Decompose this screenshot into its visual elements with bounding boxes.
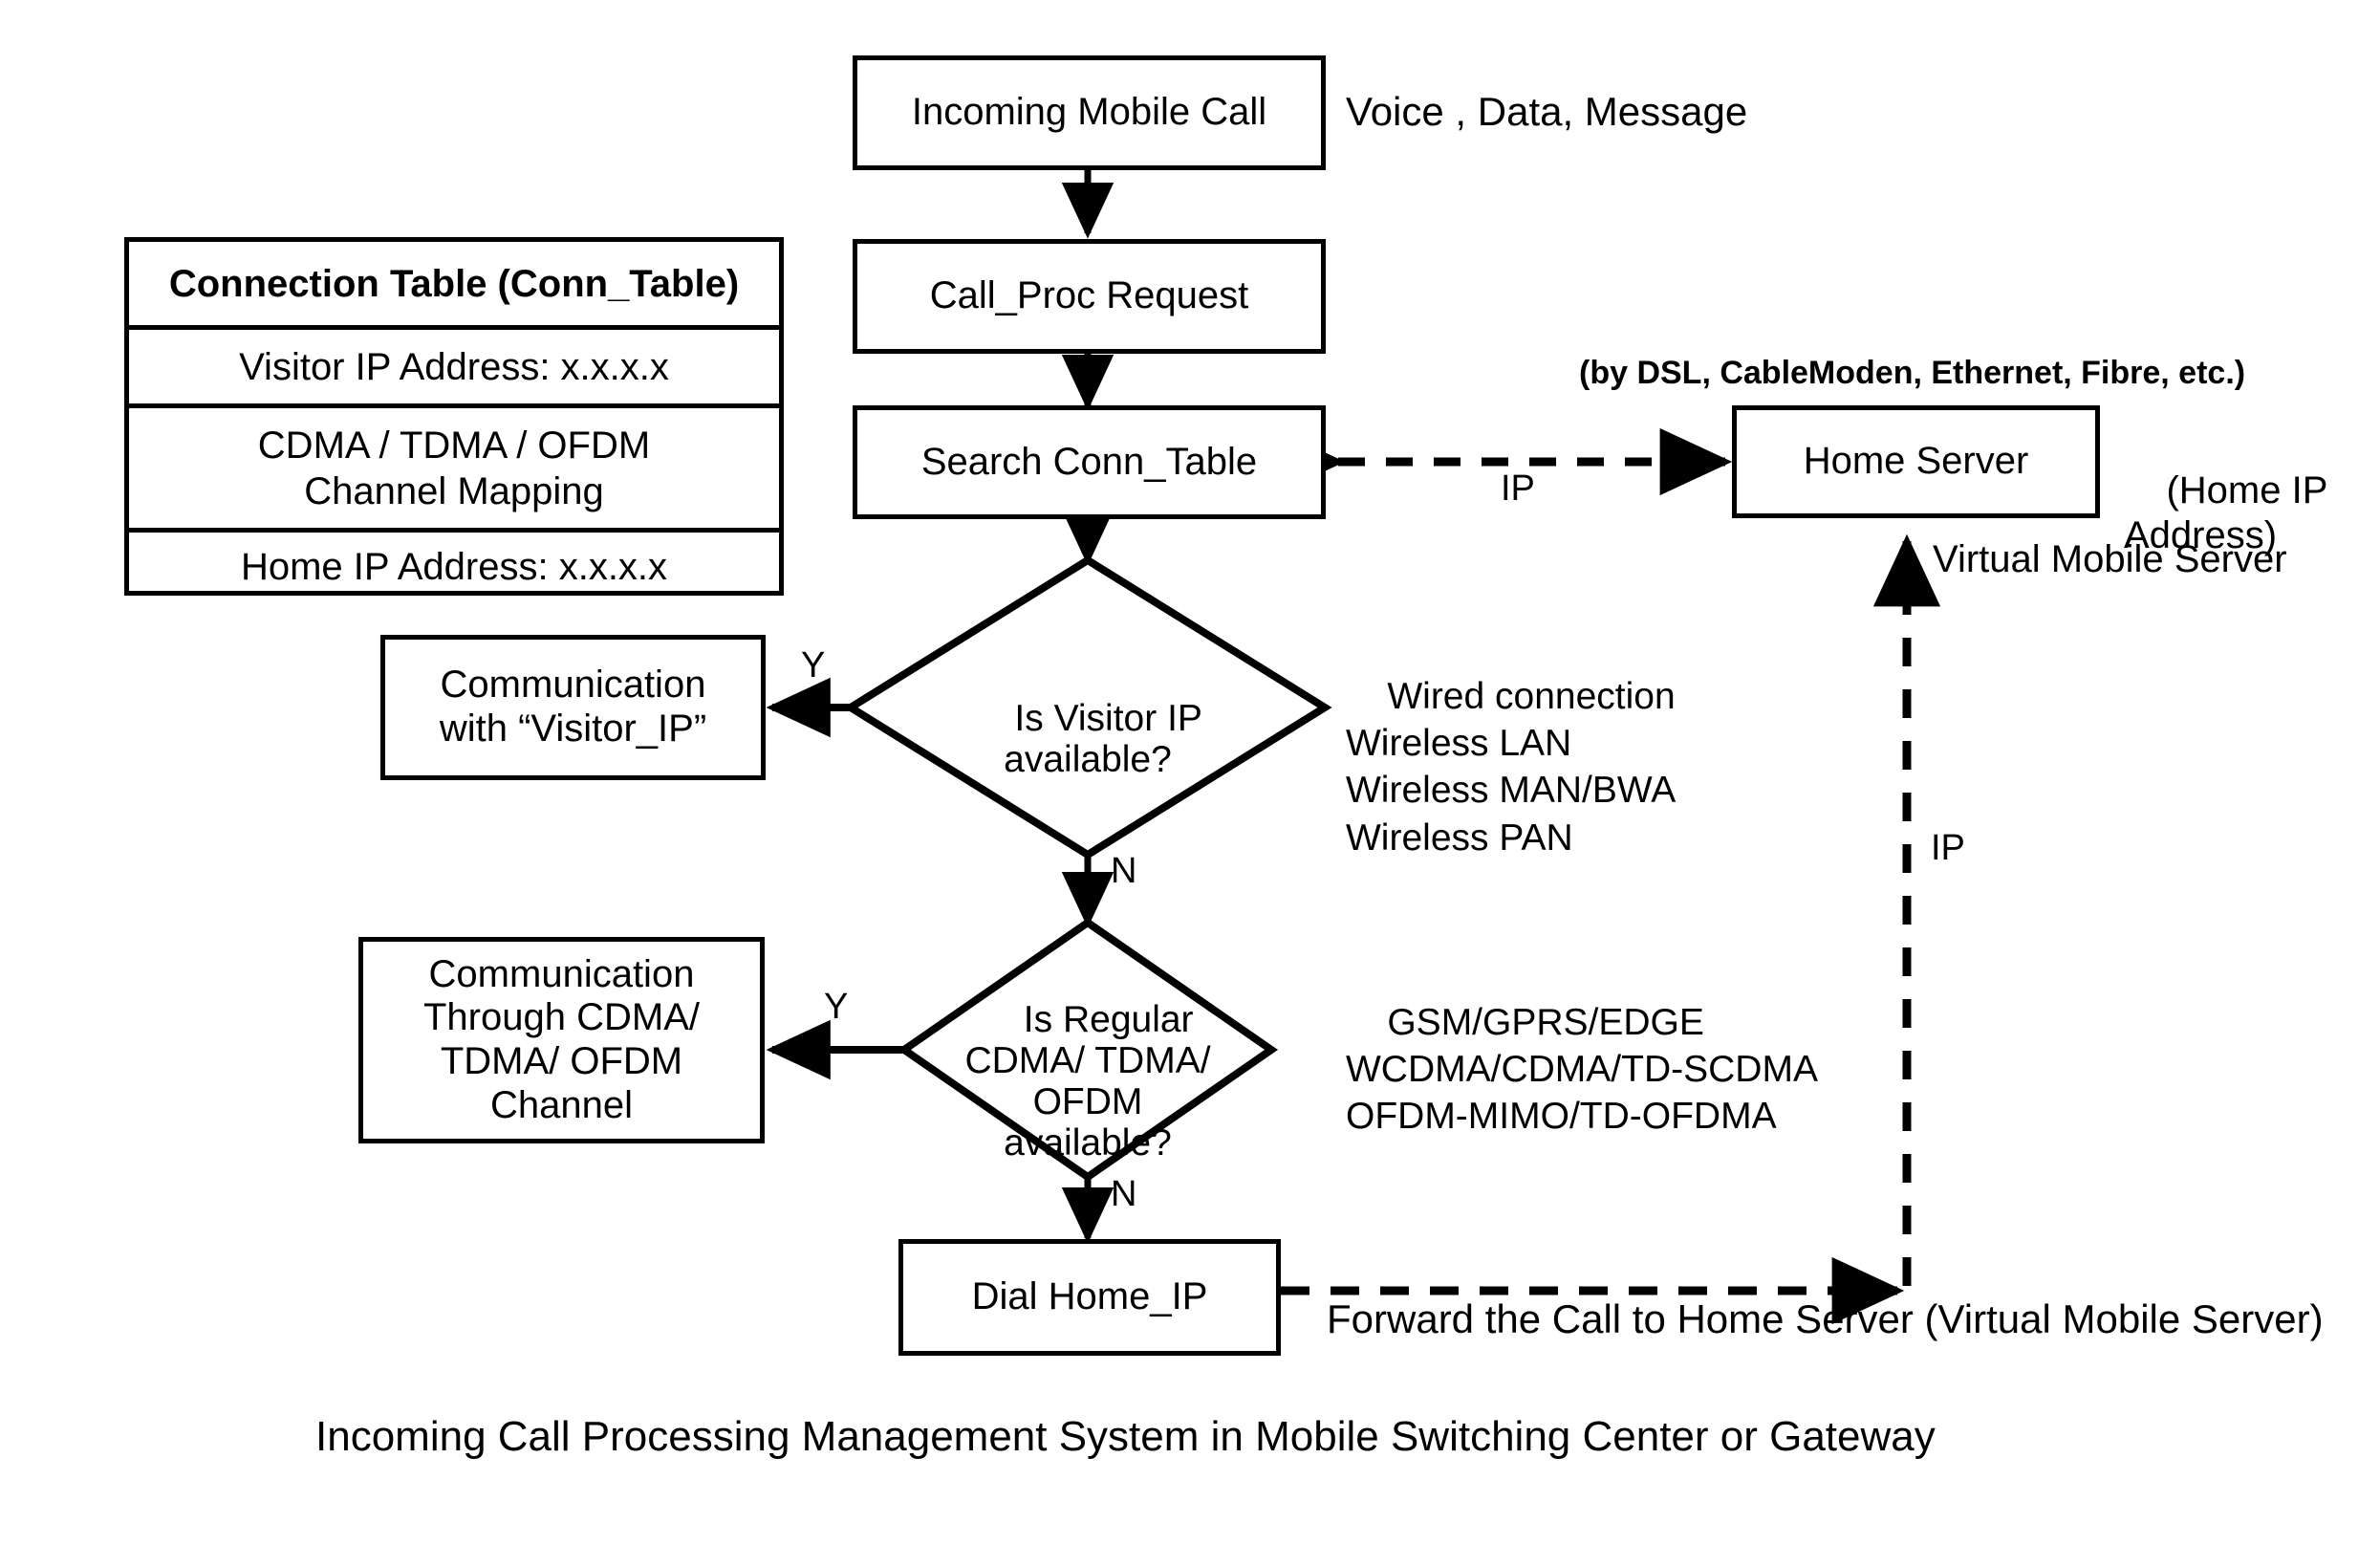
channel-mapping-text: CDMA / TDMA / OFDM Channel Mapping <box>257 424 651 512</box>
node-home-server[interactable]: Home Server <box>1732 405 2100 518</box>
connection-table-row-channel-mapping: CDMA / TDMA / OFDM Channel Mapping <box>129 408 779 533</box>
edge-label-ip-horizontal: IP <box>1501 468 1535 509</box>
annotation-call-types: Voice , Data, Message <box>1346 89 1748 134</box>
connection-table-row-visitor-ip: Visitor IP Address: x.x.x.x <box>129 330 779 408</box>
branch-label-yes-channel: Y <box>824 987 849 1027</box>
annotation-visitor-ip-methods-text: Wired connection Wireless LAN Wireless M… <box>1346 676 1677 859</box>
node-communication-cdma-channel[interactable]: Communication Through CDMA/ TDMA/ OFDM C… <box>358 937 765 1143</box>
annotation-visitor-ip-methods: Wired connection Wireless LAN Wireless M… <box>1346 626 1676 908</box>
node-search-conn-table-label: Search Conn_Table <box>920 440 1258 483</box>
connection-table-header: Connection Table (Conn_Table) <box>129 242 779 330</box>
annotation-channel-methods-text: GSM/GPRS/EDGE WCDMA/CDMA/TD-SCDMA OFDM-M… <box>1346 1002 1818 1138</box>
annotation-home-server-transport: (by DSL, CableModen, Ethernet, Fibre, et… <box>1579 355 2246 391</box>
decision-visitor-ip-text: Is Visitor IP available? <box>1004 697 1202 780</box>
edge-label-ip-vertical: IP <box>1931 828 1965 868</box>
node-communication-visitor-ip[interactable]: Communication with “Visitor_IP” <box>380 635 766 780</box>
node-dial-home-ip-label: Dial Home_IP <box>971 1275 1208 1318</box>
branch-label-yes-visitor: Y <box>801 645 826 686</box>
node-incoming-mobile-call[interactable]: Incoming Mobile Call <box>853 55 1326 170</box>
annotation-channel-methods: GSM/GPRS/EDGE WCDMA/CDMA/TD-SCDMA OFDM-M… <box>1346 952 1818 1187</box>
annotation-virtual-mobile-server: Virtual Mobile Server <box>1933 538 2287 580</box>
node-call-proc-request[interactable]: Call_Proc Request <box>853 239 1326 354</box>
decision-regular-channel-text: Is Regular CDMA/ TDMA/ OFDM available? <box>964 998 1211 1164</box>
node-search-conn-table[interactable]: Search Conn_Table <box>853 405 1326 519</box>
connection-table-row-home-ip: Home IP Address: x.x.x.x <box>240 545 668 588</box>
figure-caption: Incoming Call Processing Management Syst… <box>315 1413 1936 1460</box>
flowchart-canvas: Connection Table (Conn_Table) Visitor IP… <box>0 0 2380 1567</box>
node-home-server-label: Home Server <box>1803 440 2029 483</box>
node-dial-home-ip[interactable]: Dial Home_IP <box>898 1239 1281 1356</box>
node-communication-cdma-channel-label: Communication Through CDMA/ TDMA/ OFDM C… <box>423 952 700 1126</box>
connection-table: Connection Table (Conn_Table) Visitor IP… <box>124 237 784 596</box>
branch-label-no-channel: N <box>1111 1174 1137 1214</box>
annotation-forward-call: Forward the Call to Home Server (Virtual… <box>1327 1296 2324 1341</box>
decision-regular-channel-label: Is Regular CDMA/ TDMA/ OFDM available? <box>897 959 1279 1205</box>
branch-label-no-visitor: N <box>1111 851 1137 891</box>
node-call-proc-request-label: Call_Proc Request <box>929 274 1249 317</box>
decision-visitor-ip-label: Is Visitor IP available? <box>897 658 1279 822</box>
node-incoming-mobile-call-label: Incoming Mobile Call <box>911 91 1267 134</box>
node-communication-visitor-ip-label: Communication with “Visitor_IP” <box>439 664 707 750</box>
